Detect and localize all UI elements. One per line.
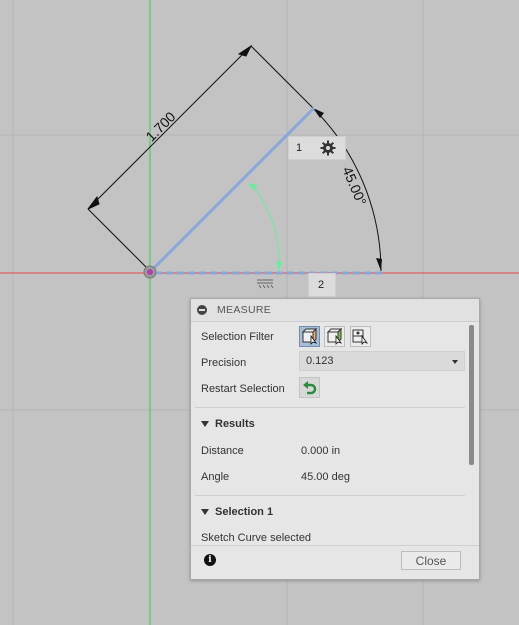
expand-results-icon xyxy=(201,421,209,428)
scrollbar-thumb[interactable] xyxy=(469,325,474,465)
divider xyxy=(195,495,465,496)
point-label-2[interactable]: 2 xyxy=(308,273,336,297)
distance-label: Distance xyxy=(201,445,244,457)
footer-divider xyxy=(191,545,479,546)
constraint-icon[interactable] xyxy=(255,278,275,289)
point-label-2-text: 2 xyxy=(318,279,325,291)
divider xyxy=(195,407,465,408)
selected-line-1[interactable] xyxy=(148,106,316,274)
angle-value: 45.00 deg xyxy=(301,471,350,483)
point-label-1[interactable]: 1 xyxy=(288,136,346,160)
distance-value: 0.000 in xyxy=(301,445,341,457)
selection1-text: Sketch Curve selected xyxy=(201,532,312,544)
restart-selection-label: Restart Selection xyxy=(201,383,285,395)
results-header-text: Results xyxy=(215,418,255,430)
restart-icon xyxy=(303,381,317,395)
face-filter-button[interactable] xyxy=(299,326,320,347)
angular-dimension-arc[interactable] xyxy=(312,107,382,272)
restart-selection-button[interactable] xyxy=(299,377,320,398)
angle-arrow-top xyxy=(313,108,324,118)
panel-header[interactable]: MEASURE xyxy=(191,299,479,322)
angle-indicator-arrow-bottom xyxy=(276,262,282,271)
face-filter-icon xyxy=(301,327,318,345)
edge-filter-icon xyxy=(326,327,343,345)
selection1-header[interactable]: Selection 1 xyxy=(201,506,273,518)
chevron-down-icon xyxy=(452,360,458,364)
gear-icon[interactable] xyxy=(320,140,336,156)
selection1-header-text: Selection 1 xyxy=(215,506,274,518)
dimension-value[interactable]: 1.700 xyxy=(142,108,178,144)
linear-dimension[interactable] xyxy=(87,44,314,272)
angle-arrow-bottom xyxy=(376,258,382,271)
precision-value: 0.123 xyxy=(306,355,334,367)
close-button[interactable]: Close xyxy=(401,551,461,570)
expand-selection1-icon xyxy=(201,509,209,516)
point-label-1-text: 1 xyxy=(296,142,303,154)
precision-select[interactable]: 0.123 xyxy=(299,351,465,371)
edge-filter-button[interactable] xyxy=(324,326,345,347)
body-filter-icon xyxy=(352,329,369,345)
angle-indicator-arc xyxy=(251,184,280,274)
origin-point-center xyxy=(147,269,153,275)
angle-label: Angle xyxy=(201,471,230,483)
collapse-icon[interactable] xyxy=(197,305,207,315)
body-filter-button[interactable] xyxy=(350,326,371,347)
measure-panel: MEASURE Selection Filter Precision 0.123 xyxy=(190,298,480,580)
info-icon[interactable]: i xyxy=(204,554,216,566)
panel-title: MEASURE xyxy=(217,304,272,316)
angle-dimension-value[interactable]: 45.00° xyxy=(339,164,370,208)
precision-label: Precision xyxy=(201,357,247,369)
results-header[interactable]: Results xyxy=(201,418,255,430)
selection-filter-label: Selection Filter xyxy=(201,331,274,343)
